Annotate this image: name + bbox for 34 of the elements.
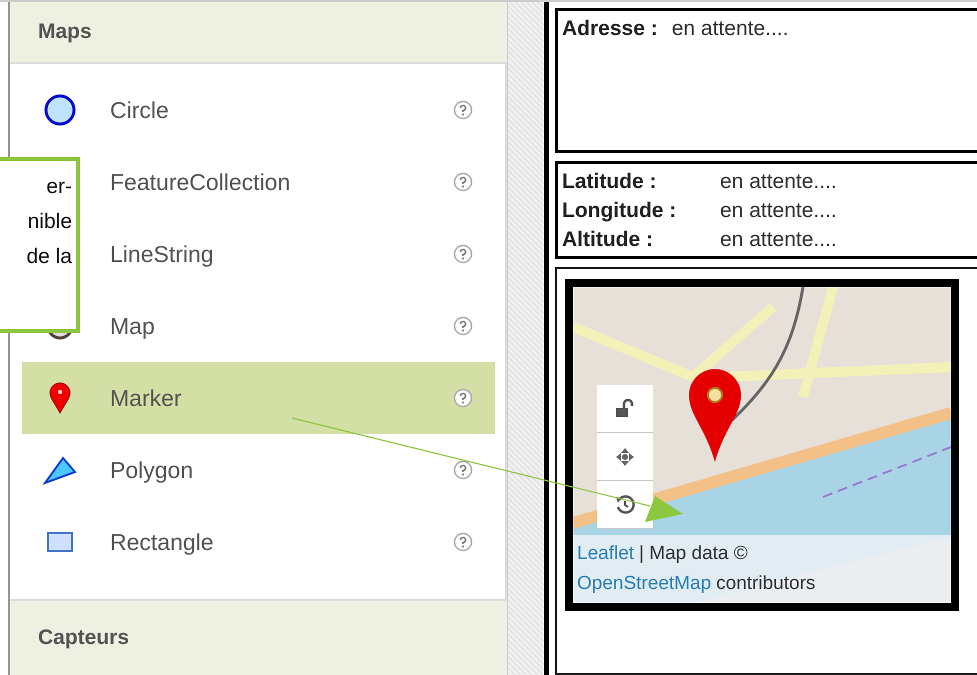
help-icon[interactable] xyxy=(453,388,473,408)
callout-text: nible xyxy=(28,209,72,235)
marker-icon xyxy=(48,382,72,414)
component-item[interactable]: Rectangle xyxy=(22,506,495,578)
callout-text: er- xyxy=(46,174,72,200)
section-header[interactable]: Maps xyxy=(10,2,507,64)
rectangle-icon xyxy=(46,531,74,553)
address-value: en attente.... xyxy=(672,17,788,40)
coordinate-value: en attente.... xyxy=(720,228,837,252)
help-icon[interactable] xyxy=(453,316,473,336)
component-item[interactable]: Polygon xyxy=(22,434,495,506)
coordinate-label: Latitude : xyxy=(562,170,658,194)
coordinate-value: en attente.... xyxy=(720,199,837,223)
component-item[interactable]: Marker xyxy=(22,362,495,434)
help-icon[interactable] xyxy=(453,172,473,192)
attribution-text: contributors xyxy=(716,573,816,594)
map-placeholder[interactable]: Leaflet | Map data © OpenStreetMap contributors xyxy=(565,279,959,611)
help-icon[interactable] xyxy=(453,460,473,480)
openstreetmap-link[interactable]: OpenStreetMap xyxy=(577,573,712,594)
component-item[interactable]: Circle xyxy=(22,74,495,146)
attribution-text: | Map data © xyxy=(639,543,748,564)
help-icon[interactable] xyxy=(453,100,473,120)
circle-icon xyxy=(43,93,77,127)
triangle-icon xyxy=(43,455,77,485)
map-marker-icon xyxy=(687,367,743,463)
leaflet-link[interactable]: Leaflet xyxy=(577,543,634,564)
coordinate-label: Altitude : xyxy=(562,228,654,252)
coordinate-label: Longitude : xyxy=(562,199,678,223)
help-icon[interactable] xyxy=(453,532,473,552)
callout-text: de la xyxy=(26,244,72,270)
help-icon[interactable] xyxy=(453,244,473,264)
coordinate-value: en attente.... xyxy=(720,170,837,194)
address-label: Adresse : xyxy=(562,17,658,40)
section-header[interactable]: Capteurs xyxy=(10,599,507,675)
